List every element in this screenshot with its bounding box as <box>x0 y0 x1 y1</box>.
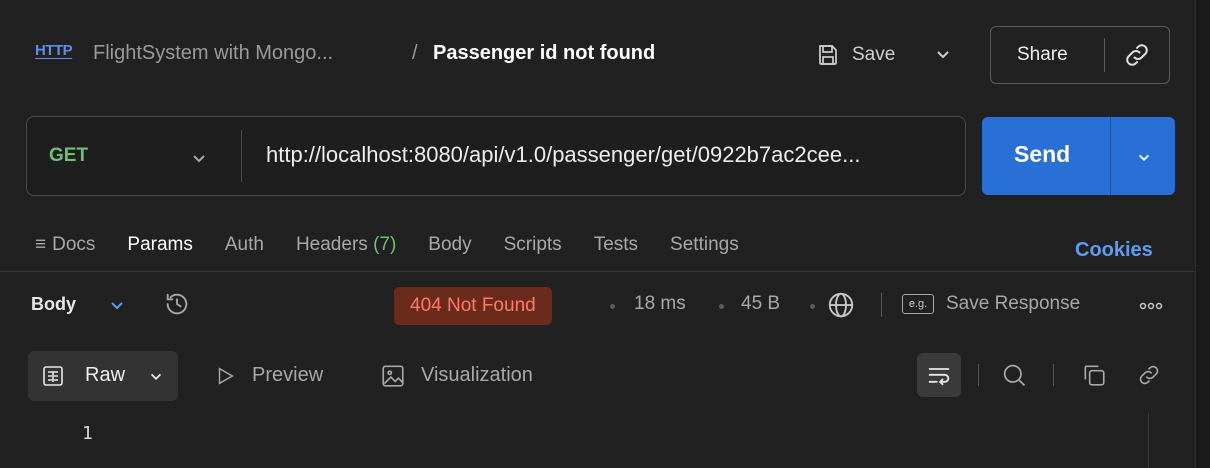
raw-chevron-down-icon[interactable] <box>148 369 164 385</box>
response-divider <box>881 293 882 317</box>
request-tabs: ≡ Docs Params Auth Headers (7) Body Scri… <box>35 234 771 256</box>
status-badge[interactable]: 404 Not Found <box>394 287 552 325</box>
send-divider <box>1110 117 1111 195</box>
tab-params[interactable]: Params <box>127 234 192 256</box>
save-button[interactable]: Save <box>816 37 895 73</box>
tab-headers[interactable]: Headers (7) <box>296 234 396 256</box>
toolbar-divider <box>978 364 979 386</box>
save-icon <box>816 43 840 67</box>
separator-dot <box>719 304 724 309</box>
method-divider <box>241 130 242 182</box>
copy-link-icon[interactable] <box>1122 40 1152 70</box>
tab-docs[interactable]: Docs <box>52 234 95 256</box>
cookies-link[interactable]: Cookies <box>1075 239 1153 262</box>
preview-play-icon[interactable] <box>214 365 236 387</box>
send-button[interactable]: Send <box>1014 141 1070 168</box>
separator-dot <box>810 304 815 309</box>
share-divider <box>1104 38 1105 72</box>
tab-body[interactable]: Body <box>428 234 471 256</box>
editor-line-number: 1 <box>82 423 93 444</box>
editor-scrollbar[interactable] <box>1148 413 1172 468</box>
share-button[interactable]: Share <box>1017 44 1068 66</box>
visualization-button[interactable]: Visualization <box>421 364 533 387</box>
tab-scripts[interactable]: Scripts <box>504 234 562 256</box>
section-divider <box>0 271 1195 272</box>
tab-settings[interactable]: Settings <box>670 234 739 256</box>
save-options-chevron-down-icon[interactable] <box>934 46 952 64</box>
visualization-image-icon[interactable] <box>380 363 406 389</box>
save-response-button[interactable]: Save Response <box>946 293 1080 315</box>
window-right-edge <box>1195 0 1210 468</box>
toolbar-divider <box>1053 364 1054 386</box>
save-label: Save <box>852 44 896 65</box>
response-time[interactable]: 18 ms <box>634 293 686 315</box>
raw-format-label: Raw <box>85 364 126 386</box>
body-chevron-down-icon[interactable] <box>108 297 126 315</box>
tab-headers-label: Headers <box>295 234 368 255</box>
search-icon[interactable] <box>1000 361 1028 389</box>
copy-icon[interactable] <box>1081 362 1107 388</box>
tab-headers-count: (7) <box>373 234 397 255</box>
tab-tests[interactable]: Tests <box>594 234 638 256</box>
preview-button[interactable]: Preview <box>252 364 323 387</box>
url-input[interactable]: http://localhost:8080/api/v1.0/passenger… <box>266 142 956 168</box>
raw-text-icon <box>41 364 65 388</box>
example-icon: e.g. <box>902 294 934 314</box>
more-options-icon[interactable] <box>1139 301 1163 311</box>
response-size[interactable]: 45 B <box>741 293 780 315</box>
history-icon[interactable] <box>163 290 191 318</box>
wrap-lines-icon <box>925 362 953 390</box>
http-icon: HTTP <box>35 42 73 59</box>
http-method-select[interactable]: GET <box>49 145 88 167</box>
breadcrumb-collection[interactable]: FlightSystem with Mongo... <box>93 42 333 65</box>
separator-dot <box>610 304 615 309</box>
request-title[interactable]: Passenger id not found <box>433 42 655 65</box>
send-options-chevron-down-icon[interactable] <box>1136 150 1152 166</box>
tab-auth[interactable]: Auth <box>225 234 264 256</box>
response-body-select[interactable]: Body <box>31 294 76 315</box>
method-chevron-down-icon[interactable] <box>190 150 208 168</box>
breadcrumb-separator: / <box>412 42 418 64</box>
docs-icon: ≡ <box>35 234 47 255</box>
globe-icon[interactable] <box>826 290 856 320</box>
response-link-icon[interactable] <box>1136 362 1162 388</box>
